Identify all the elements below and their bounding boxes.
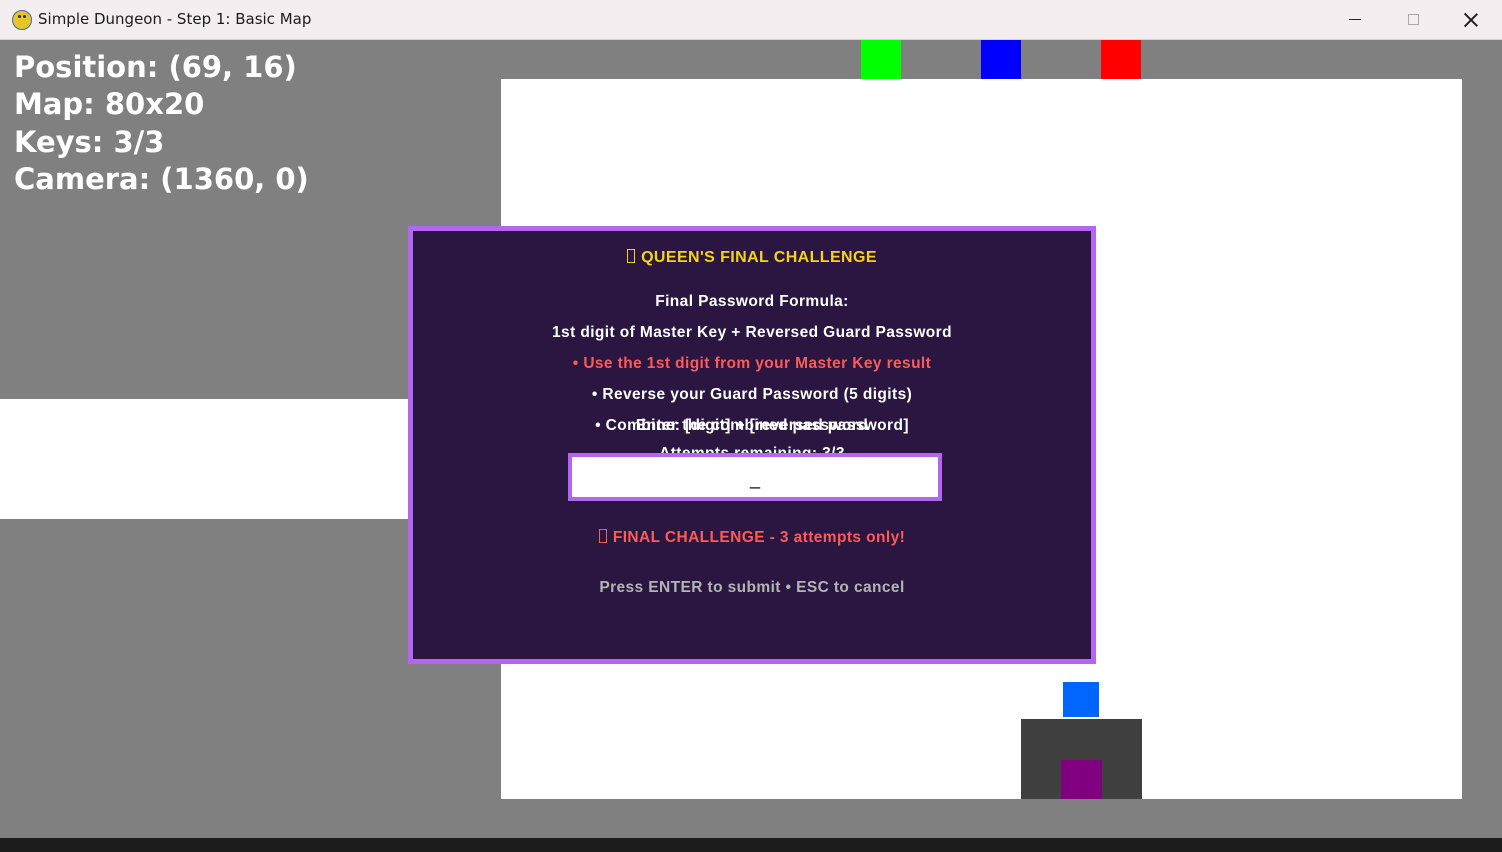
formula-heading: Final Password Formula: bbox=[655, 293, 849, 310]
final-challenge-dialog: QUEEN'S FINAL CHALLENGE Final Password F… bbox=[408, 226, 1096, 664]
hud-position: Position: (69, 16) bbox=[14, 50, 297, 84]
red-key-tile bbox=[1101, 40, 1141, 79]
blue-key-tile bbox=[981, 40, 1021, 79]
formula-text: 1st digit of Master Key + Reversed Guard… bbox=[552, 324, 952, 341]
hint-bullet-2: • Reverse your Guard Password (5 digits) bbox=[591, 386, 913, 403]
player-sprite bbox=[1063, 682, 1099, 717]
final-warning: FINAL CHALLENGE - 3 attempts only! bbox=[413, 529, 1091, 547]
minimize-button[interactable] bbox=[1326, 0, 1384, 39]
hud-panel: Position: (69, 16) Map: 80x20 Keys: 3/3 … bbox=[14, 49, 309, 198]
python-snake-icon bbox=[12, 10, 32, 30]
window-title: Simple Dungeon - Step 1: Basic Map bbox=[38, 10, 312, 28]
window-titlebar[interactable]: Simple Dungeon - Step 1: Basic Map bbox=[0, 0, 1502, 40]
submit-hint: Press ENTER to submit • ESC to cancel bbox=[599, 579, 905, 596]
green-key-tile bbox=[861, 40, 901, 79]
overlapping-text-group: • Combine: [digit] + [reversed password]… bbox=[413, 417, 1091, 445]
dungeon-floor-corridor bbox=[0, 399, 410, 519]
minimize-icon bbox=[1349, 19, 1361, 20]
close-button[interactable] bbox=[1442, 0, 1500, 39]
hud-map-size: Map: 80x20 bbox=[14, 87, 205, 122]
crown-icon bbox=[627, 249, 636, 263]
hint-bullet-1: • Use the 1st digit from your Master Key… bbox=[572, 355, 932, 372]
hud-keys: Keys: 3/3 bbox=[14, 124, 165, 159]
hud-camera: Camera: (1360, 0) bbox=[14, 161, 309, 196]
dialog-title: QUEEN'S FINAL CHALLENGE bbox=[413, 249, 1091, 267]
queen-sprite bbox=[1061, 760, 1102, 799]
password-input[interactable] bbox=[568, 453, 942, 501]
maximize-button[interactable] bbox=[1384, 0, 1442, 39]
canvas-bottom-edge bbox=[0, 838, 1502, 852]
maximize-icon bbox=[1407, 14, 1419, 25]
close-icon bbox=[1463, 12, 1479, 28]
final-warning-text: FINAL CHALLENGE - 3 attempts only! bbox=[612, 529, 906, 546]
enter-password-prompt: Enter the combined password bbox=[635, 417, 869, 434]
dialog-title-text: QUEEN'S FINAL CHALLENGE bbox=[641, 249, 877, 266]
warning-icon bbox=[598, 529, 607, 543]
